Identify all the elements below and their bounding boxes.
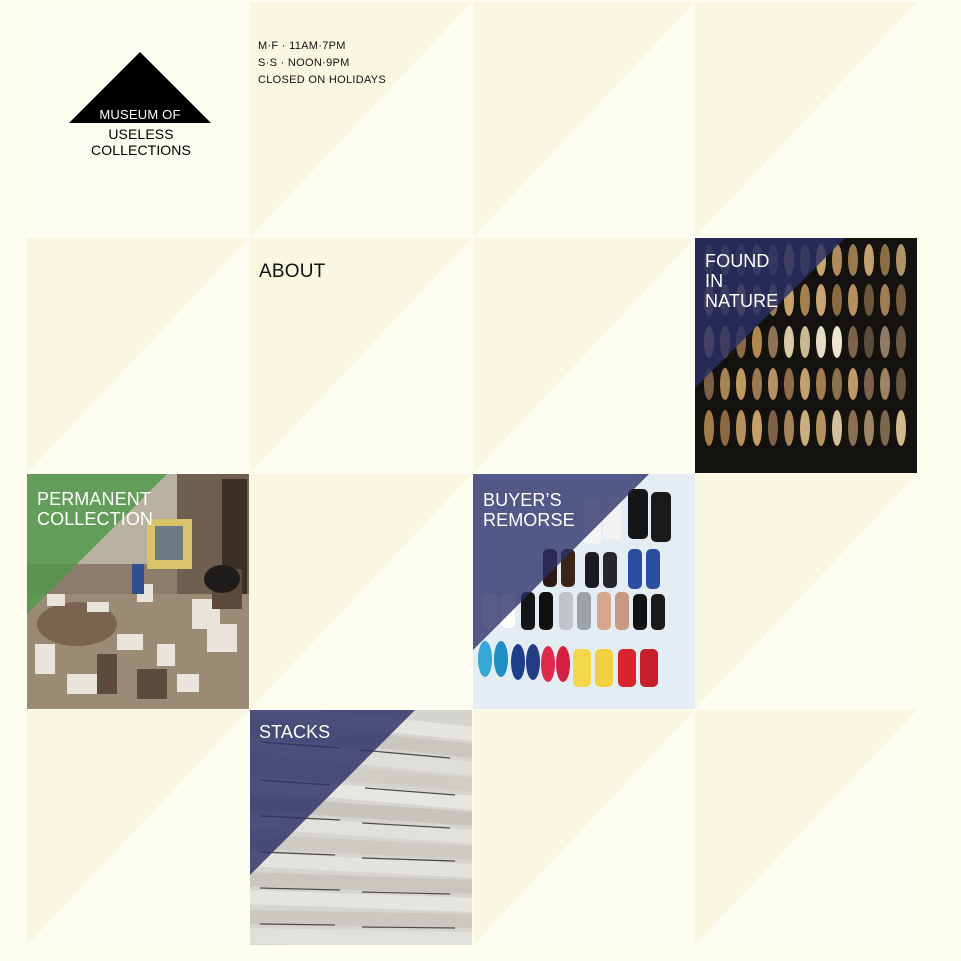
tile-title-line: BUYER’S bbox=[483, 490, 562, 510]
grid-tile-empty bbox=[473, 710, 695, 945]
grid-tile-empty bbox=[695, 474, 917, 709]
logo-line-2: USELESS COLLECTIONS bbox=[91, 126, 191, 158]
tile-stacks[interactable]: STACKS bbox=[250, 710, 472, 945]
grid-tile-empty bbox=[27, 238, 249, 473]
tile-title-line: REMORSE bbox=[483, 510, 575, 530]
tile-title-line: COLLECTION bbox=[37, 509, 154, 529]
tile-title-line: NATURE bbox=[705, 291, 779, 311]
museum-logo[interactable]: MUSEUM OF USELESS COLLECTIONS bbox=[59, 52, 229, 158]
grid-tile-empty bbox=[473, 238, 695, 473]
hours-holidays: CLOSED ON HOLIDAYS bbox=[258, 74, 387, 86]
grid-tile-empty bbox=[27, 710, 249, 945]
tile-found-in-nature[interactable]: FOUND IN NATURE bbox=[695, 238, 917, 473]
logo-line-1: MUSEUM OF bbox=[99, 107, 181, 122]
tile-title-line: FOUND bbox=[705, 251, 770, 271]
newspaper-stacks-photo bbox=[250, 710, 472, 945]
tile-title: FOUND IN NATURE bbox=[705, 251, 778, 311]
tile-title-line: IN bbox=[705, 271, 724, 291]
hours-weekend: S·S · NOON·9PM bbox=[258, 57, 350, 69]
grid-tile-empty bbox=[250, 474, 472, 709]
grid-tile-empty bbox=[695, 2, 917, 237]
hours-weekday: M·F · 11AM·7PM bbox=[258, 40, 346, 52]
grid-tile-empty bbox=[473, 2, 695, 237]
opening-hours: M·F · 11AM·7PM S·S · NOON·9PM CLOSED ON … bbox=[258, 38, 386, 89]
tile-title: BUYER’S REMORSE bbox=[483, 490, 575, 530]
grid-tile-empty bbox=[695, 710, 917, 945]
tile-buyers-remorse[interactable]: BUYER’S REMORSE bbox=[473, 474, 695, 709]
about-link[interactable]: ABOUT bbox=[259, 261, 325, 283]
tile-title: STACKS bbox=[259, 722, 330, 742]
tile-permanent-collection[interactable]: PERMANENT COLLECTION bbox=[27, 474, 249, 709]
tile-title: PERMANENT COLLECTION bbox=[37, 489, 153, 529]
tile-title-line: PERMANENT bbox=[37, 489, 151, 509]
tile-title-line: STACKS bbox=[259, 722, 331, 742]
